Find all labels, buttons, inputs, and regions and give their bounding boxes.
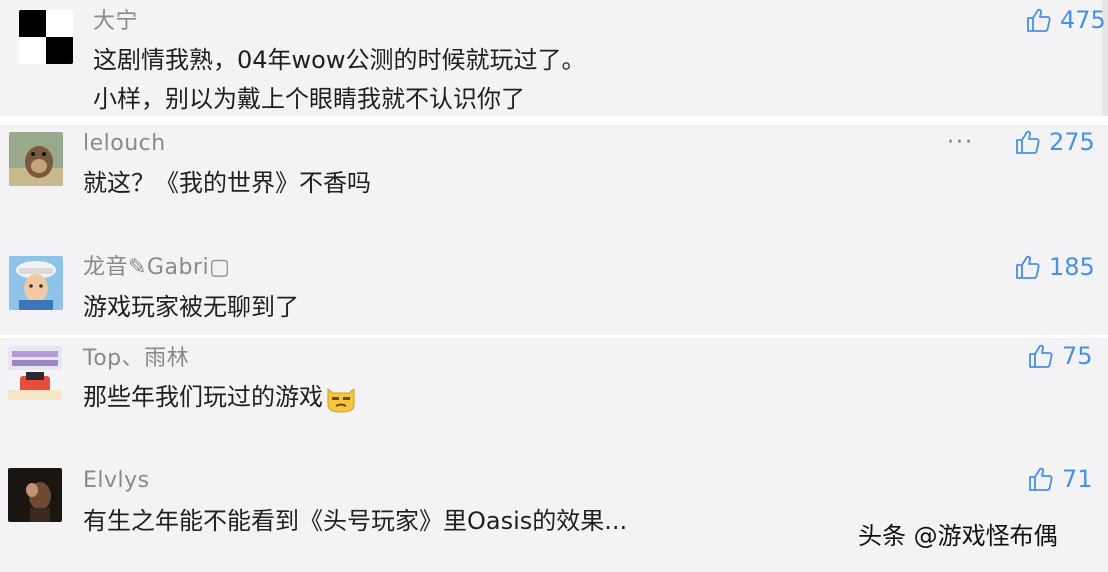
like-button[interactable]: 75 xyxy=(1028,342,1093,370)
avatar[interactable] xyxy=(9,132,63,186)
avatar[interactable] xyxy=(8,346,62,400)
thumbs-up-icon xyxy=(1029,467,1053,491)
username[interactable]: 大宁 xyxy=(93,9,138,35)
comment-text: 就这？《我的世界》不香吗 xyxy=(83,169,371,197)
thumbs-up-icon xyxy=(1016,130,1040,154)
avatar[interactable] xyxy=(19,10,73,64)
username[interactable]: lelouch xyxy=(83,131,166,157)
username[interactable]: Elvlys xyxy=(83,468,150,494)
thumbs-up-icon xyxy=(1027,8,1051,32)
comment-text-body: 那些年我们玩过的游戏 xyxy=(83,383,323,411)
comment-text: 那些年我们玩过的游戏 xyxy=(83,382,357,413)
thumbs-up-icon xyxy=(1029,344,1053,368)
smirk-emoji-icon xyxy=(327,387,355,413)
avatar[interactable] xyxy=(9,256,63,310)
like-count: 71 xyxy=(1062,465,1093,493)
comment-text: 有生之年能不能看到《头号玩家》里Oasis的效果... xyxy=(83,507,628,535)
like-button[interactable]: 275 xyxy=(1015,128,1095,156)
like-button[interactable]: 475 xyxy=(1026,6,1106,34)
like-count: 275 xyxy=(1049,128,1095,156)
like-count: 75 xyxy=(1062,342,1093,370)
thumbs-up-icon xyxy=(1016,255,1040,279)
like-button[interactable]: 185 xyxy=(1015,253,1095,281)
comment-text: 小样，别以为戴上个眼睛我就不认识你了 xyxy=(93,85,525,113)
like-button[interactable]: 71 xyxy=(1028,465,1093,493)
more-options-icon[interactable]: ··· xyxy=(947,130,974,155)
comment-text: 这剧情我熟，04年wow公测的时候就玩过了。 xyxy=(93,46,586,74)
avatar[interactable] xyxy=(8,468,62,522)
watermark: 头条 @游戏怪布偶 xyxy=(858,522,1058,550)
username[interactable]: 龙音✎Gabri▢ xyxy=(83,255,230,281)
like-count: 475 xyxy=(1060,6,1106,34)
like-count: 185 xyxy=(1049,253,1095,281)
username[interactable]: Top、雨林 xyxy=(83,346,189,372)
comment-text: 游戏玩家被无聊到了 xyxy=(83,293,299,321)
